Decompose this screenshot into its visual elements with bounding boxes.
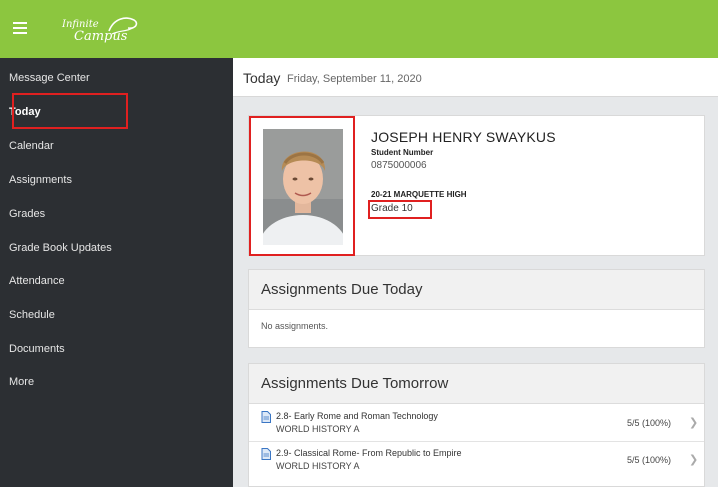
hamburger-icon[interactable] bbox=[13, 22, 27, 34]
page-title: Today bbox=[243, 70, 281, 86]
logo-swirl-icon bbox=[108, 17, 138, 35]
chevron-right-icon[interactable]: ❯ bbox=[689, 453, 698, 466]
page-header: Today Friday, September 11, 2020 bbox=[233, 58, 718, 97]
assignment-course: WORLD HISTORY A bbox=[276, 424, 360, 434]
sidebar-item-message-center[interactable]: Message Center bbox=[0, 66, 233, 90]
school-name: 20-21 MARQUETTE HIGH bbox=[371, 190, 467, 199]
student-photo bbox=[263, 129, 343, 245]
assignment-score: 5/5 (100%) bbox=[627, 455, 672, 465]
no-assignments-text: No assignments. bbox=[261, 321, 329, 331]
sidebar-item-schedule[interactable]: Schedule bbox=[0, 303, 233, 327]
student-number-label: Student Number bbox=[371, 148, 434, 157]
grade-highlight-box bbox=[368, 200, 432, 219]
sidebar-item-documents[interactable]: Documents bbox=[0, 337, 233, 361]
page-date: Friday, September 11, 2020 bbox=[287, 73, 422, 85]
sidebar-item-attendance[interactable]: Attendance bbox=[0, 269, 233, 293]
student-number: 0875000006 bbox=[371, 160, 427, 171]
main-content: Today Friday, September 11, 2020 JOSEPH … bbox=[233, 58, 718, 487]
infinite-campus-logo[interactable]: Infinite Campus bbox=[62, 12, 142, 46]
assignment-score: 5/5 (100%) bbox=[627, 418, 672, 428]
top-bar: Infinite Campus bbox=[0, 0, 718, 58]
today-highlight-box bbox=[12, 93, 128, 129]
due-tomorrow-card: Assignments Due Tomorrow 2.8- Early Rome… bbox=[248, 363, 705, 487]
due-today-card: Assignments Due Today No assignments. bbox=[248, 269, 705, 348]
student-photo-highlight bbox=[249, 116, 355, 256]
assignment-name[interactable]: 2.8- Early Rome and Roman Technology bbox=[276, 411, 438, 421]
sidebar-item-assignments[interactable]: Assignments bbox=[0, 168, 233, 192]
sidebar-item-grades[interactable]: Grades bbox=[0, 202, 233, 226]
sidebar-item-calendar[interactable]: Calendar bbox=[0, 134, 233, 158]
due-today-title: Assignments Due Today bbox=[261, 281, 423, 298]
document-icon bbox=[261, 411, 271, 423]
sidebar-item-grade-book-updates[interactable]: Grade Book Updates bbox=[0, 236, 233, 260]
student-name: JOSEPH HENRY SWAYKUS bbox=[371, 129, 556, 145]
assignment-row[interactable]: 2.8- Early Rome and Roman Technology WOR… bbox=[249, 406, 704, 439]
sidebar-item-more[interactable]: More bbox=[0, 370, 233, 394]
row-divider bbox=[249, 441, 704, 442]
chevron-right-icon[interactable]: ❯ bbox=[689, 416, 698, 429]
document-icon bbox=[261, 448, 271, 460]
assignment-course: WORLD HISTORY A bbox=[276, 461, 360, 471]
assignment-row[interactable]: 2.9- Classical Rome- From Republic to Em… bbox=[249, 443, 704, 476]
assignment-name[interactable]: 2.9- Classical Rome- From Republic to Em… bbox=[276, 448, 462, 458]
sidebar-nav: Message Center Today Calendar Assignment… bbox=[0, 58, 233, 487]
due-tomorrow-title: Assignments Due Tomorrow bbox=[261, 375, 449, 392]
student-card: JOSEPH HENRY SWAYKUS Student Number 0875… bbox=[248, 115, 705, 256]
due-tomorrow-header: Assignments Due Tomorrow bbox=[249, 364, 704, 404]
due-today-header: Assignments Due Today bbox=[249, 270, 704, 310]
